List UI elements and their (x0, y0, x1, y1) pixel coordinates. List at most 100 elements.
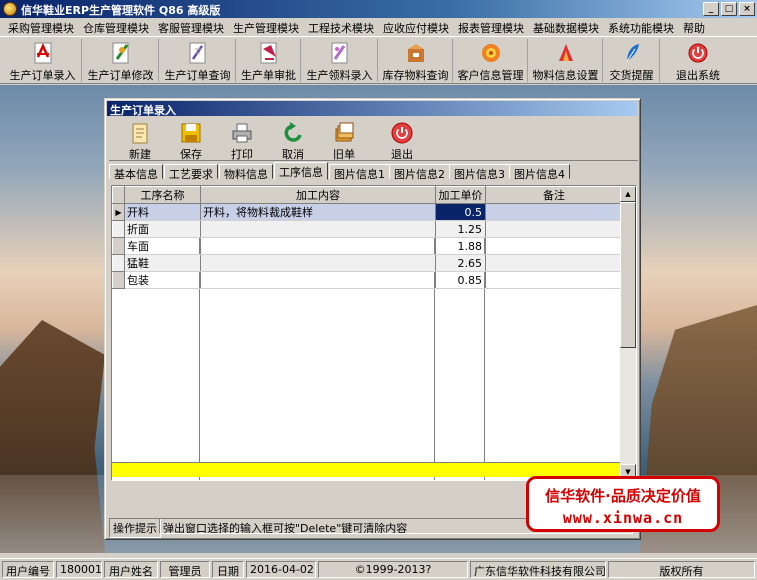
tab-image-info-4[interactable]: 图片信息4 (509, 164, 570, 181)
printer-icon (232, 123, 252, 143)
unit-price-cell[interactable]: 0.5 (435, 203, 486, 221)
menu-system[interactable]: 系统功能模块 (604, 18, 679, 36)
close-button[interactable]: × (739, 2, 755, 16)
toolbar-approval-button[interactable]: 生产单审批 (237, 39, 301, 82)
menu-purchase[interactable]: 采购管理模块 (4, 18, 79, 36)
tab-procedure-info[interactable]: 工序信息 (274, 162, 328, 180)
note-cell[interactable] (485, 254, 623, 272)
toolbar-delivery-reminder-button[interactable]: 交货提醒 (604, 39, 660, 82)
procedure-name-cell[interactable]: 包装 (124, 271, 201, 289)
table-row[interactable]: 折面 1.25 (112, 220, 623, 238)
approve-document-icon (260, 42, 276, 64)
tab-bar: 基本信息 工艺要求 物料信息 工序信息 图片信息1 图片信息2 图片信息3 图片… (109, 162, 638, 181)
menu-engineering[interactable]: 工程技术模块 (304, 18, 379, 36)
table-row[interactable]: ▶ 开料 开料，将物料裁成鞋样 0.5 (112, 203, 623, 221)
tab-material-info[interactable]: 物料信息 (219, 164, 273, 181)
menu-customer-service[interactable]: 客服管理模块 (154, 18, 229, 36)
menu-help[interactable]: 帮助 (679, 18, 710, 36)
tab-process-requirements[interactable]: 工艺要求 (164, 164, 218, 181)
toolbar-order-query-button[interactable]: 生产订单查询 (160, 39, 236, 82)
menu-reports[interactable]: 报表管理模块 (454, 18, 529, 36)
print-button[interactable]: 打印 (217, 118, 267, 161)
current-row-indicator-icon: ▶ (112, 203, 125, 221)
row-indicator-header (112, 186, 125, 204)
status-user-name: 管理员 (160, 561, 210, 578)
tab-image-info-3[interactable]: 图片信息3 (449, 164, 510, 181)
child-toolbar: 新建 保存 打印 取消 旧单 退出 (109, 118, 638, 161)
promo-slogan: 信华软件·品质决定价值 (545, 487, 701, 505)
toolbar-material-settings-button[interactable]: 物料信息设置 (529, 39, 603, 82)
query-document-icon (189, 42, 205, 64)
scroll-up-icon[interactable]: ▲ (620, 186, 636, 202)
procedure-name-cell[interactable]: 猛鞋 (124, 254, 201, 272)
toolbar-stock-query-button[interactable]: 库存物料查询 (379, 39, 453, 82)
tab-image-info-2[interactable]: 图片信息2 (389, 164, 450, 181)
save-floppy-icon (181, 123, 201, 143)
stock-box-icon (407, 44, 424, 62)
tab-basic-info[interactable]: 基本信息 (109, 164, 163, 181)
feather-pen-icon (626, 44, 639, 62)
minimize-button[interactable]: _ (703, 2, 719, 16)
status-company: 广东信华软件科技有限公司 (470, 561, 606, 578)
material-document-icon (331, 42, 347, 64)
column-header-note[interactable]: 备注 (485, 186, 623, 204)
main-toolbar: 生产订单录入 生产订单修改 生产订单查询 生产单审批 生产领料录入 库存物料查询… (0, 36, 757, 84)
unit-price-cell[interactable]: 0.85 (435, 271, 486, 289)
toolbar-material-pick-button[interactable]: 生产领料录入 (302, 39, 378, 82)
note-cell[interactable] (485, 237, 623, 255)
unit-price-cell[interactable]: 2.65 (435, 254, 486, 272)
table-row[interactable]: 猛鞋 2.65 (112, 254, 623, 272)
note-cell[interactable] (485, 203, 623, 221)
procedure-name-cell[interactable]: 开料 (124, 203, 201, 221)
menu-bar: 采购管理模块 仓库管理模块 客服管理模块 生产管理模块 工程技术模块 应收应付模… (0, 18, 757, 36)
table-row[interactable]: 包装 0.85 (112, 271, 623, 289)
exit-button[interactable]: 退出 (377, 118, 427, 161)
menu-receivable-payable[interactable]: 应收应付模块 (379, 18, 454, 36)
old-order-stack-icon (335, 122, 354, 142)
toolbar-order-entry-button[interactable]: 生产订单录入 (4, 39, 82, 82)
material-settings-icon (558, 44, 573, 61)
content-cell[interactable] (200, 254, 436, 272)
new-document-icon (132, 123, 148, 144)
procedure-grid[interactable]: 工序名称 加工内容 加工单价 备注 ▶ 开料 开料，将物料裁成鞋样 0.5 折面 (111, 185, 637, 481)
unit-price-cell[interactable]: 1.25 (435, 220, 486, 238)
status-user-no: 180001 (56, 561, 102, 578)
status-bar: 用户编号 180001 用户姓名 管理员 日期 2016-04-02 ©1999… (0, 558, 757, 580)
menu-warehouse[interactable]: 仓库管理模块 (79, 18, 154, 36)
note-cell[interactable] (485, 220, 623, 238)
child-window-title: 生产订单录入 (107, 101, 638, 117)
content-cell[interactable] (200, 237, 436, 255)
procedure-name-cell[interactable]: 车面 (124, 237, 201, 255)
content-cell[interactable] (200, 271, 436, 289)
app-logo-icon (3, 2, 17, 16)
column-header-content[interactable]: 加工内容 (200, 186, 436, 204)
maximize-button[interactable]: □ (721, 2, 737, 16)
column-header-unit-price[interactable]: 加工单价 (435, 186, 486, 204)
unit-price-cell[interactable]: 1.88 (435, 237, 486, 255)
tab-image-info-1[interactable]: 图片信息1 (329, 164, 390, 181)
cancel-button[interactable]: 取消 (268, 118, 318, 161)
note-cell[interactable] (485, 271, 623, 289)
customer-flower-icon (481, 44, 500, 62)
content-cell[interactable] (200, 220, 436, 238)
vertical-scrollbar[interactable]: ▲ ▼ (620, 186, 636, 480)
column-header-procedure-name[interactable]: 工序名称 (124, 186, 201, 204)
menu-production[interactable]: 生产管理模块 (229, 18, 304, 36)
promo-url: www.xinwa.cn (562, 509, 684, 527)
menu-base-data[interactable]: 基础数据模块 (529, 18, 604, 36)
scroll-thumb[interactable] (620, 202, 636, 348)
window-title: 信华鞋业ERP生产管理软件 Q86 高级版 (21, 4, 221, 17)
status-user-no-label: 用户编号 (2, 561, 54, 578)
toolbar-exit-system-button[interactable]: 退出系统 (661, 39, 735, 82)
hint-label: 操作提示 (109, 518, 161, 538)
content-cell[interactable]: 开料，将物料裁成鞋样 (200, 203, 436, 221)
save-button[interactable]: 保存 (166, 118, 216, 161)
status-date: 2016-04-02 (246, 561, 316, 578)
status-rights: 版权所有 (608, 561, 755, 578)
toolbar-customer-info-button[interactable]: 客户信息管理 (454, 39, 528, 82)
old-order-button[interactable]: 旧单 (319, 118, 369, 161)
table-row[interactable]: 车面 1.88 (112, 237, 623, 255)
new-button[interactable]: 新建 (115, 118, 165, 161)
toolbar-order-modify-button[interactable]: 生产订单修改 (83, 39, 159, 82)
procedure-name-cell[interactable]: 折面 (124, 220, 201, 238)
